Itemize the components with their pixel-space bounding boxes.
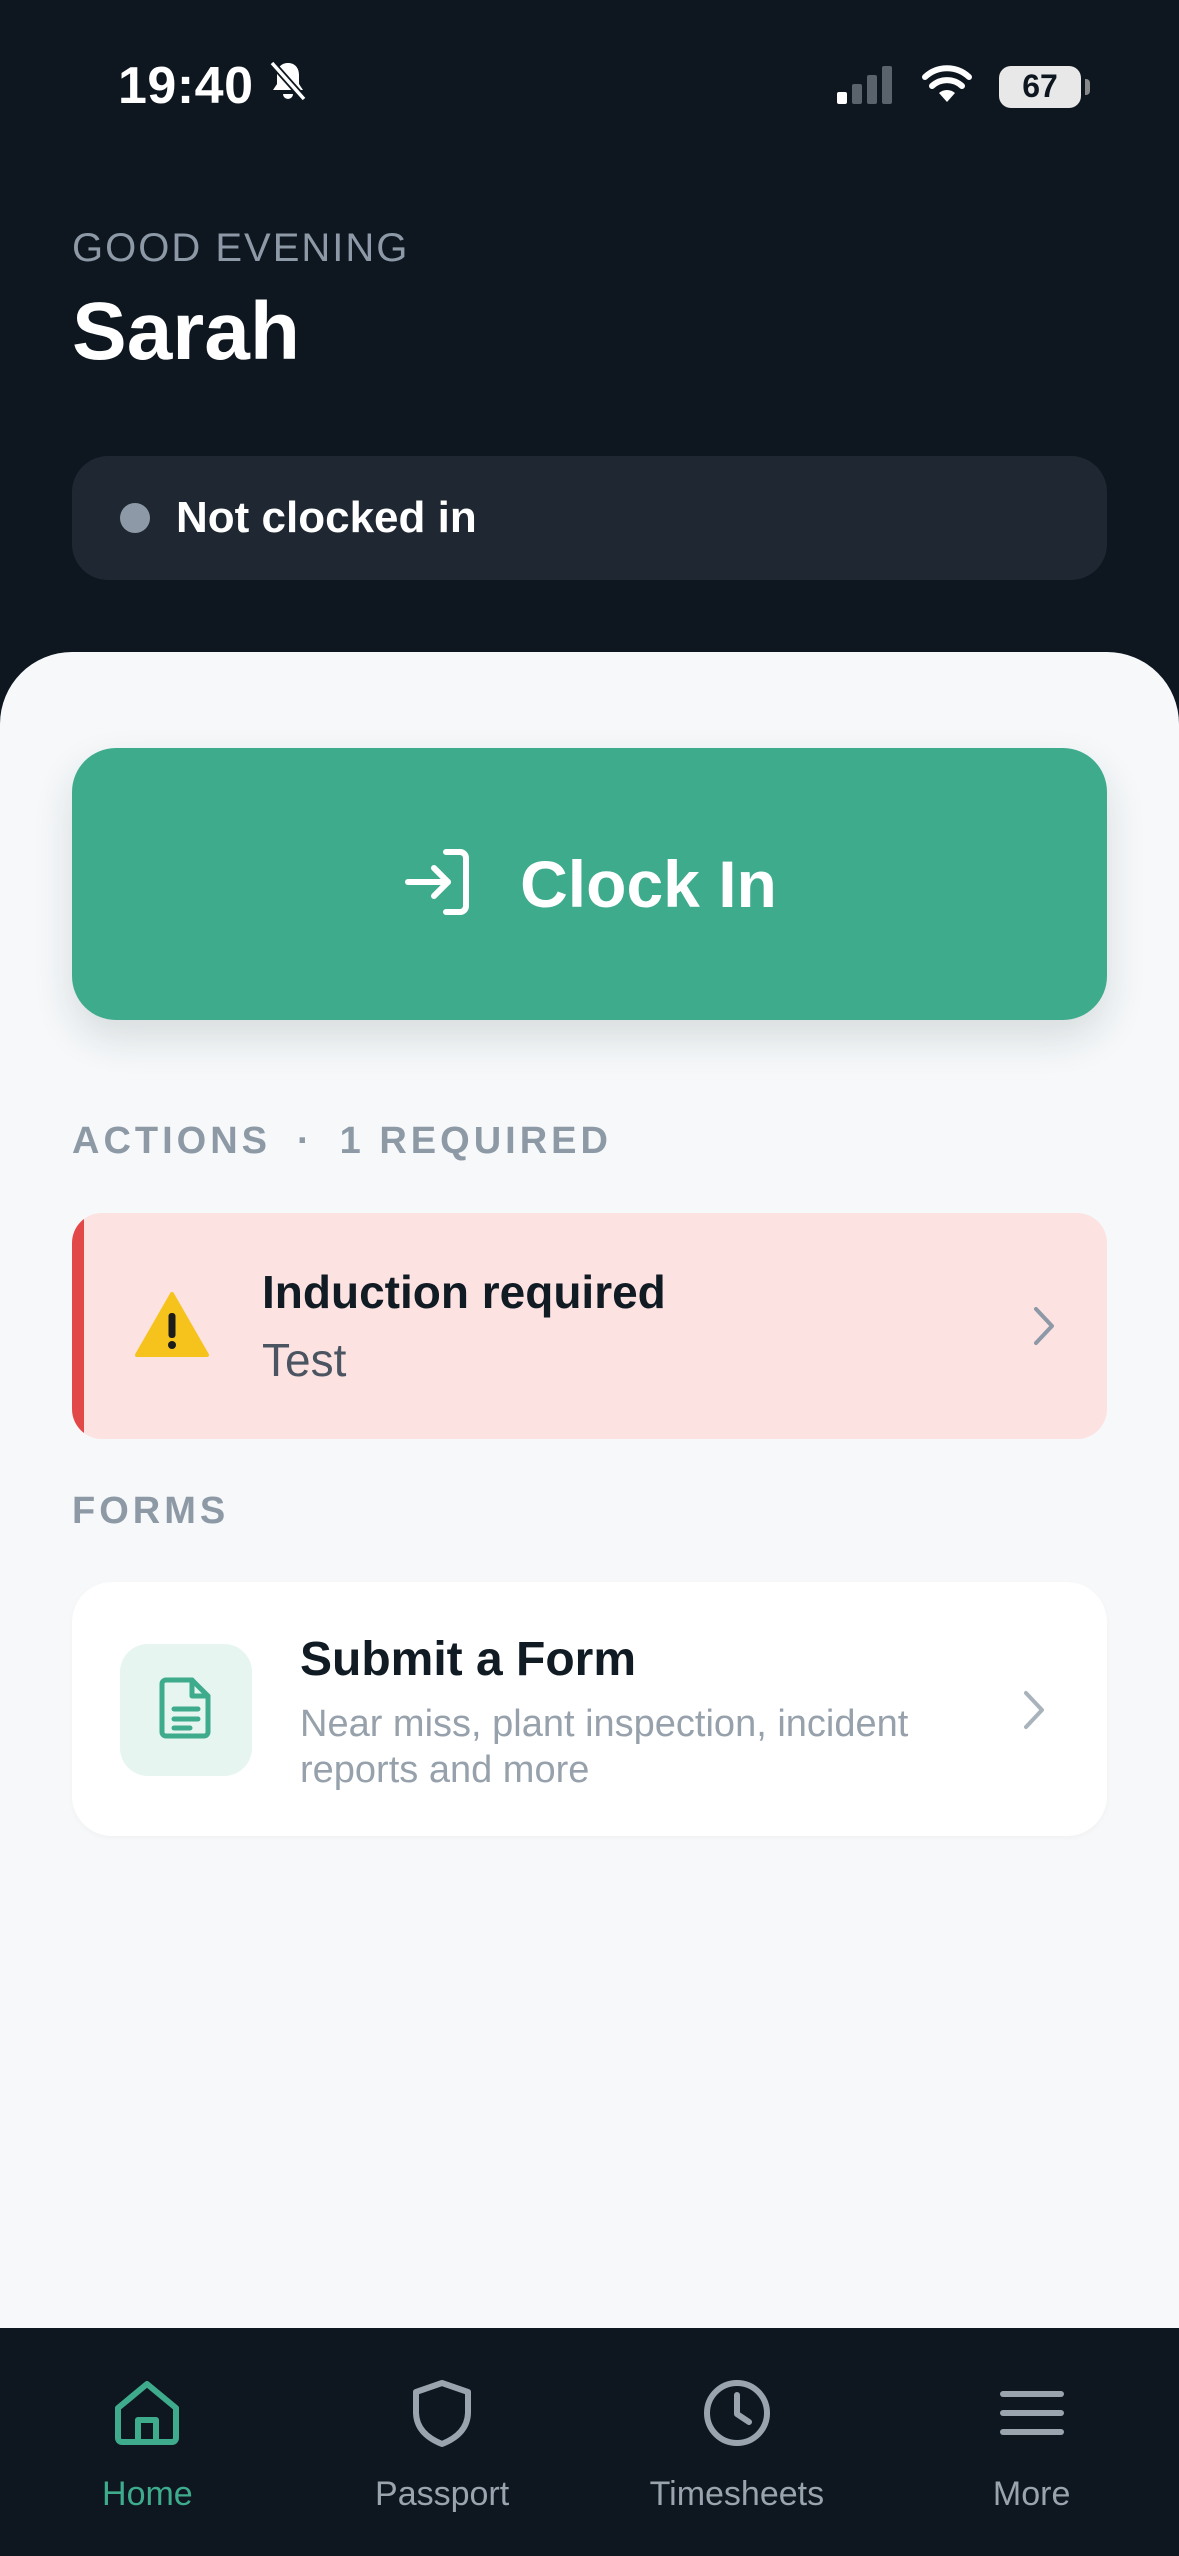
battery-indicator: 67 xyxy=(999,65,1090,108)
nav-item-timesheets[interactable]: Timesheets xyxy=(590,2328,885,2556)
submit-form-card[interactable]: Submit a Form Near miss, plant inspectio… xyxy=(72,1582,1107,1836)
document-icon xyxy=(158,1676,214,1745)
signal-icon xyxy=(835,64,895,109)
nav-label-timesheets: Timesheets xyxy=(649,2475,825,2513)
clock-status-pill: Not clocked in xyxy=(72,456,1107,580)
wifi-icon xyxy=(921,64,973,109)
menu-icon xyxy=(997,2378,1067,2453)
nav-item-home[interactable]: Home xyxy=(0,2328,295,2556)
form-text: Submit a Form Near miss, plant inspectio… xyxy=(300,1632,920,1793)
silent-bell-icon xyxy=(268,56,308,116)
form-card-description: Near miss, plant inspection, incident re… xyxy=(300,1703,909,1791)
home-screen: 19:40 67 GOOD EVENING Sarah Not clocked … xyxy=(0,0,1179,2556)
nav-label-more: More xyxy=(992,2475,1071,2513)
bottom-nav: Home Passport Timesheets More xyxy=(0,2328,1179,2556)
shield-icon xyxy=(407,2378,477,2453)
actions-separator: · xyxy=(297,1120,314,1162)
induction-text: Induction required Test xyxy=(262,1265,666,1387)
home-icon xyxy=(112,2378,182,2453)
status-indicators: 67 xyxy=(835,64,1090,109)
clock-in-button[interactable]: Clock In xyxy=(72,748,1107,1020)
nav-item-more[interactable]: More xyxy=(884,2328,1179,2556)
main-panel: Clock In ACTIONS · 1 REQUIRED Induction … xyxy=(0,652,1179,2328)
form-icon-box xyxy=(120,1644,252,1776)
induction-subtitle: Test xyxy=(262,1334,347,1386)
nav-label-passport: Passport xyxy=(375,2475,510,2513)
clock-icon xyxy=(702,2378,772,2453)
status-time: 19:40 xyxy=(118,57,254,115)
nav-label-home: Home xyxy=(102,2475,193,2513)
actions-section-title: ACTIONS · 1 REQUIRED xyxy=(72,1120,612,1163)
nav-item-passport[interactable]: Passport xyxy=(295,2328,590,2556)
actions-title: ACTIONS xyxy=(72,1120,271,1162)
status-bar: 19:40 67 xyxy=(0,0,1179,180)
user-name: Sarah xyxy=(72,286,300,377)
clock-status-text: Not clocked in xyxy=(176,493,477,542)
induction-title: Induction required xyxy=(262,1266,666,1318)
forms-section-title: FORMS xyxy=(72,1490,230,1532)
actions-required-count: 1 REQUIRED xyxy=(339,1120,612,1162)
alert-accent-bar xyxy=(72,1213,84,1439)
warning-icon xyxy=(134,1291,210,1364)
clock-in-label: Clock In xyxy=(520,847,777,921)
status-time-group: 19:40 xyxy=(118,56,308,116)
chevron-right-icon xyxy=(1033,1306,1055,1351)
status-dot xyxy=(120,503,150,533)
greeting: GOOD EVENING xyxy=(72,226,410,270)
induction-required-card[interactable]: Induction required Test xyxy=(72,1213,1107,1439)
login-arrow-icon xyxy=(402,846,474,923)
form-card-title: Submit a Form xyxy=(300,1633,637,1686)
chevron-right-icon xyxy=(1023,1690,1045,1735)
